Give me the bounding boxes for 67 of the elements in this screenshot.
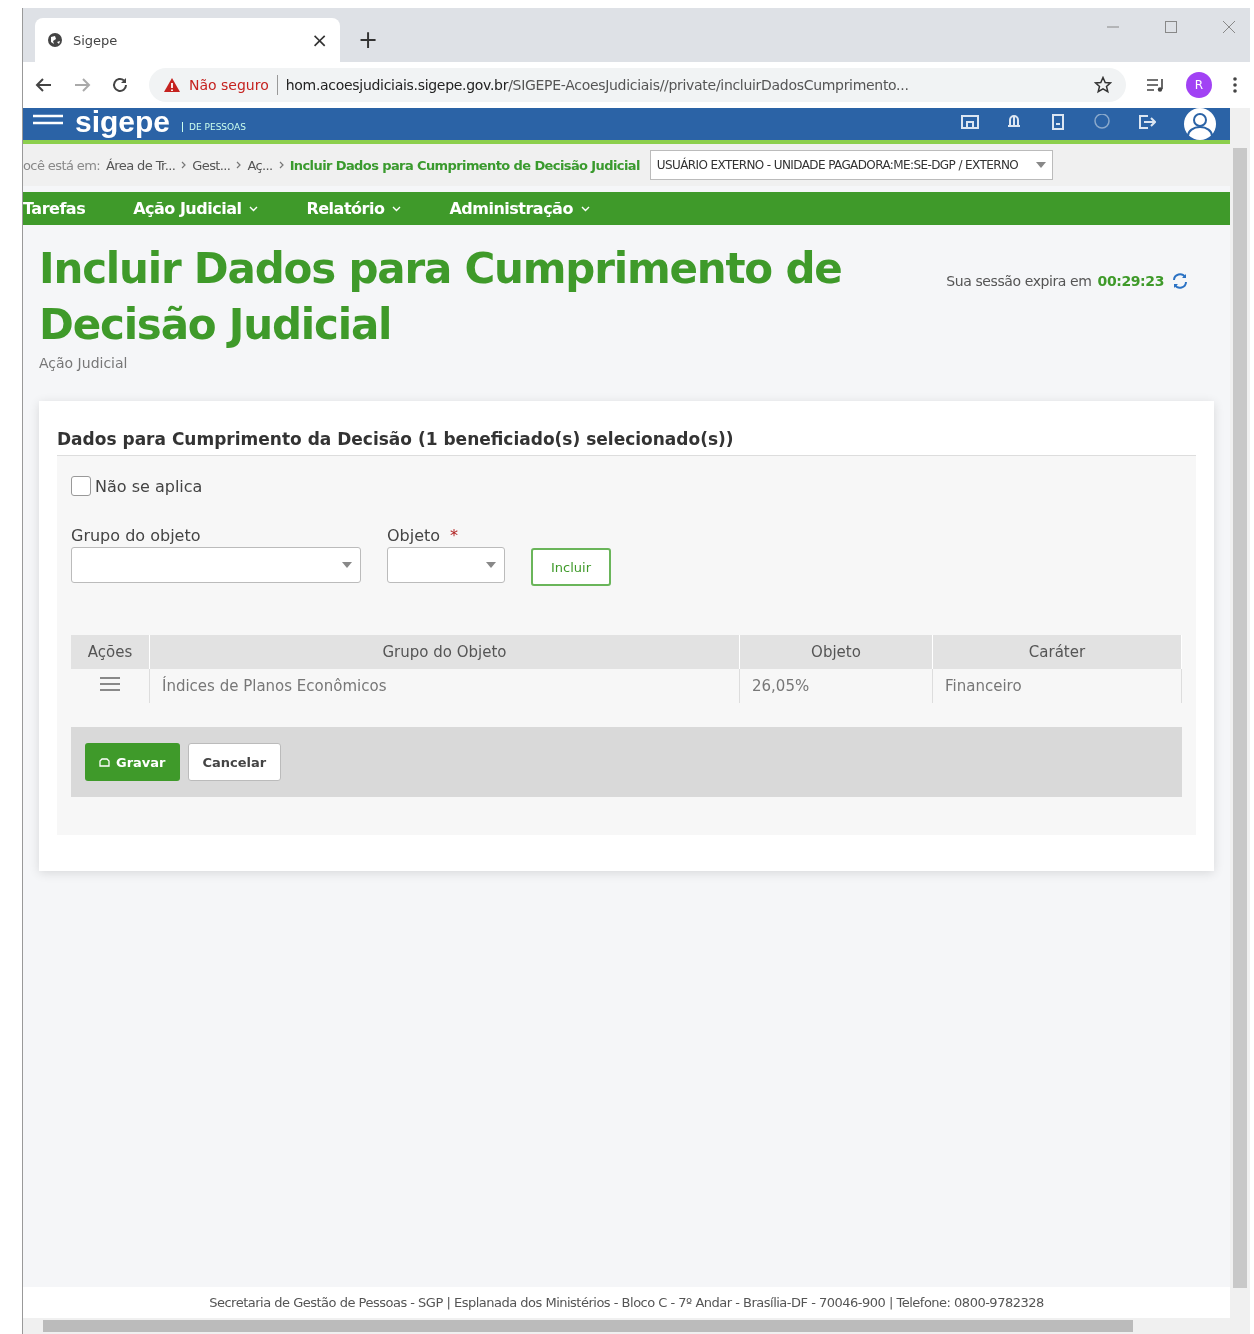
nav-menu-item[interactable]: Tarefas [23,199,86,218]
breadcrumb-link[interactable]: Gest... [192,157,231,173]
session-label: Sua sessão expira em [946,273,1092,289]
logout-icon[interactable] [1136,114,1156,130]
include-button[interactable]: Incluir [531,548,611,586]
checkbox-label: Não se aplica [95,476,203,496]
new-tab-button[interactable]: + [358,26,379,54]
breadcrumb-label: ocê está em: [23,157,101,173]
page-subtitle: Ação Judicial [39,355,129,371]
tab-title: Sigepe [73,32,119,48]
checkbox[interactable] [71,476,91,496]
dropdown-arrow-icon [486,562,496,568]
close-icon[interactable] [1222,20,1236,34]
page-title: Incluir Dados para Cumprimento de Decisão Judicial [39,243,843,351]
reload-icon[interactable] [111,76,129,94]
playlist-icon[interactable] [1146,76,1166,94]
security-warning: Não seguro [189,77,269,93]
field-label: Grupo do objeto [71,526,201,545]
profile-select[interactable]: USUÁRIO EXTERNO - UNIDADE PAGADORA:ME:SE-DGP / EXTERNO [649,150,1054,180]
save-button[interactable]: Gravar [85,743,180,781]
nav-menu-item[interactable]: Administração [449,199,590,218]
cancel-button[interactable]: Cancelar [187,743,282,781]
chevron-right-icon [181,161,187,169]
breadcrumb-link[interactable]: Área de Tr... [106,157,176,173]
tab-close-button[interactable]: × [311,28,328,52]
logo-text: sigepe [75,108,171,136]
warning-icon [163,77,181,93]
chevron-down-icon [249,205,259,212]
home-icon[interactable] [960,114,980,130]
dropdown-arrow-icon [1036,162,1047,168]
column-header: Grupo do Objeto [149,635,740,669]
required-marker: * [450,526,459,545]
menu-icon[interactable] [1232,76,1238,94]
column-header: Objeto [739,635,933,669]
breadcrumb-link[interactable]: Aç... [247,157,273,173]
back-icon[interactable] [35,76,53,94]
select-field[interactable] [387,547,505,583]
chevron-down-icon [580,205,590,212]
browser-tab[interactable]: Sigepe × [35,18,340,62]
chevron-right-icon [236,161,242,169]
nav-menu-item[interactable]: Relatório [306,199,402,218]
footer-text: Secretaria de Gestão de Pessoas - SGP | Esplanada dos Ministérios - Bloco C - 7º Andar - Brasília-DF - 70046-900 | Telefone: 0800-9782328 [23,1287,1230,1318]
logo-subtitle: DE PESSOAS [182,122,246,132]
chevron-right-icon [278,161,284,169]
refresh-icon[interactable] [1170,272,1190,290]
select-field[interactable] [71,547,361,583]
table-cell: Índices de Planos Econômicos [149,669,740,703]
field-label: Objeto [387,526,441,545]
session-timer: 00:29:23 [1097,273,1164,289]
globe-icon [47,32,63,48]
vertical-scrollbar[interactable] [1230,108,1250,1334]
dropdown-arrow-icon [342,562,352,568]
column-header: Ações [71,635,150,669]
profile-avatar[interactable]: R [1186,72,1212,98]
address-bar[interactable]: Não seguro hom.acoesjudiciais.sigepe.gov.br/SIGEPE-AcoesJudiciais//private/incluirDadosCumprimento... [149,68,1126,102]
nav-menu-item[interactable]: Ação Judicial [133,199,259,218]
url-text: hom.acoesjudiciais.sigepe.gov.br/SIGEPE-AcoesJudiciais//private/incluirDadosCumprimento... [285,77,910,93]
column-header: Caráter [932,635,1182,669]
forward-icon[interactable] [73,76,91,94]
actions-menu-icon[interactable] [99,676,121,692]
chevron-down-icon [392,205,402,212]
table-cell: 26,05% [739,669,933,703]
horizontal-scrollbar[interactable] [23,1318,1230,1334]
star-icon[interactable] [1094,76,1112,94]
table-cell: Financeiro [932,669,1182,703]
maximize-icon[interactable] [1164,20,1178,34]
tray-icon [99,757,110,767]
